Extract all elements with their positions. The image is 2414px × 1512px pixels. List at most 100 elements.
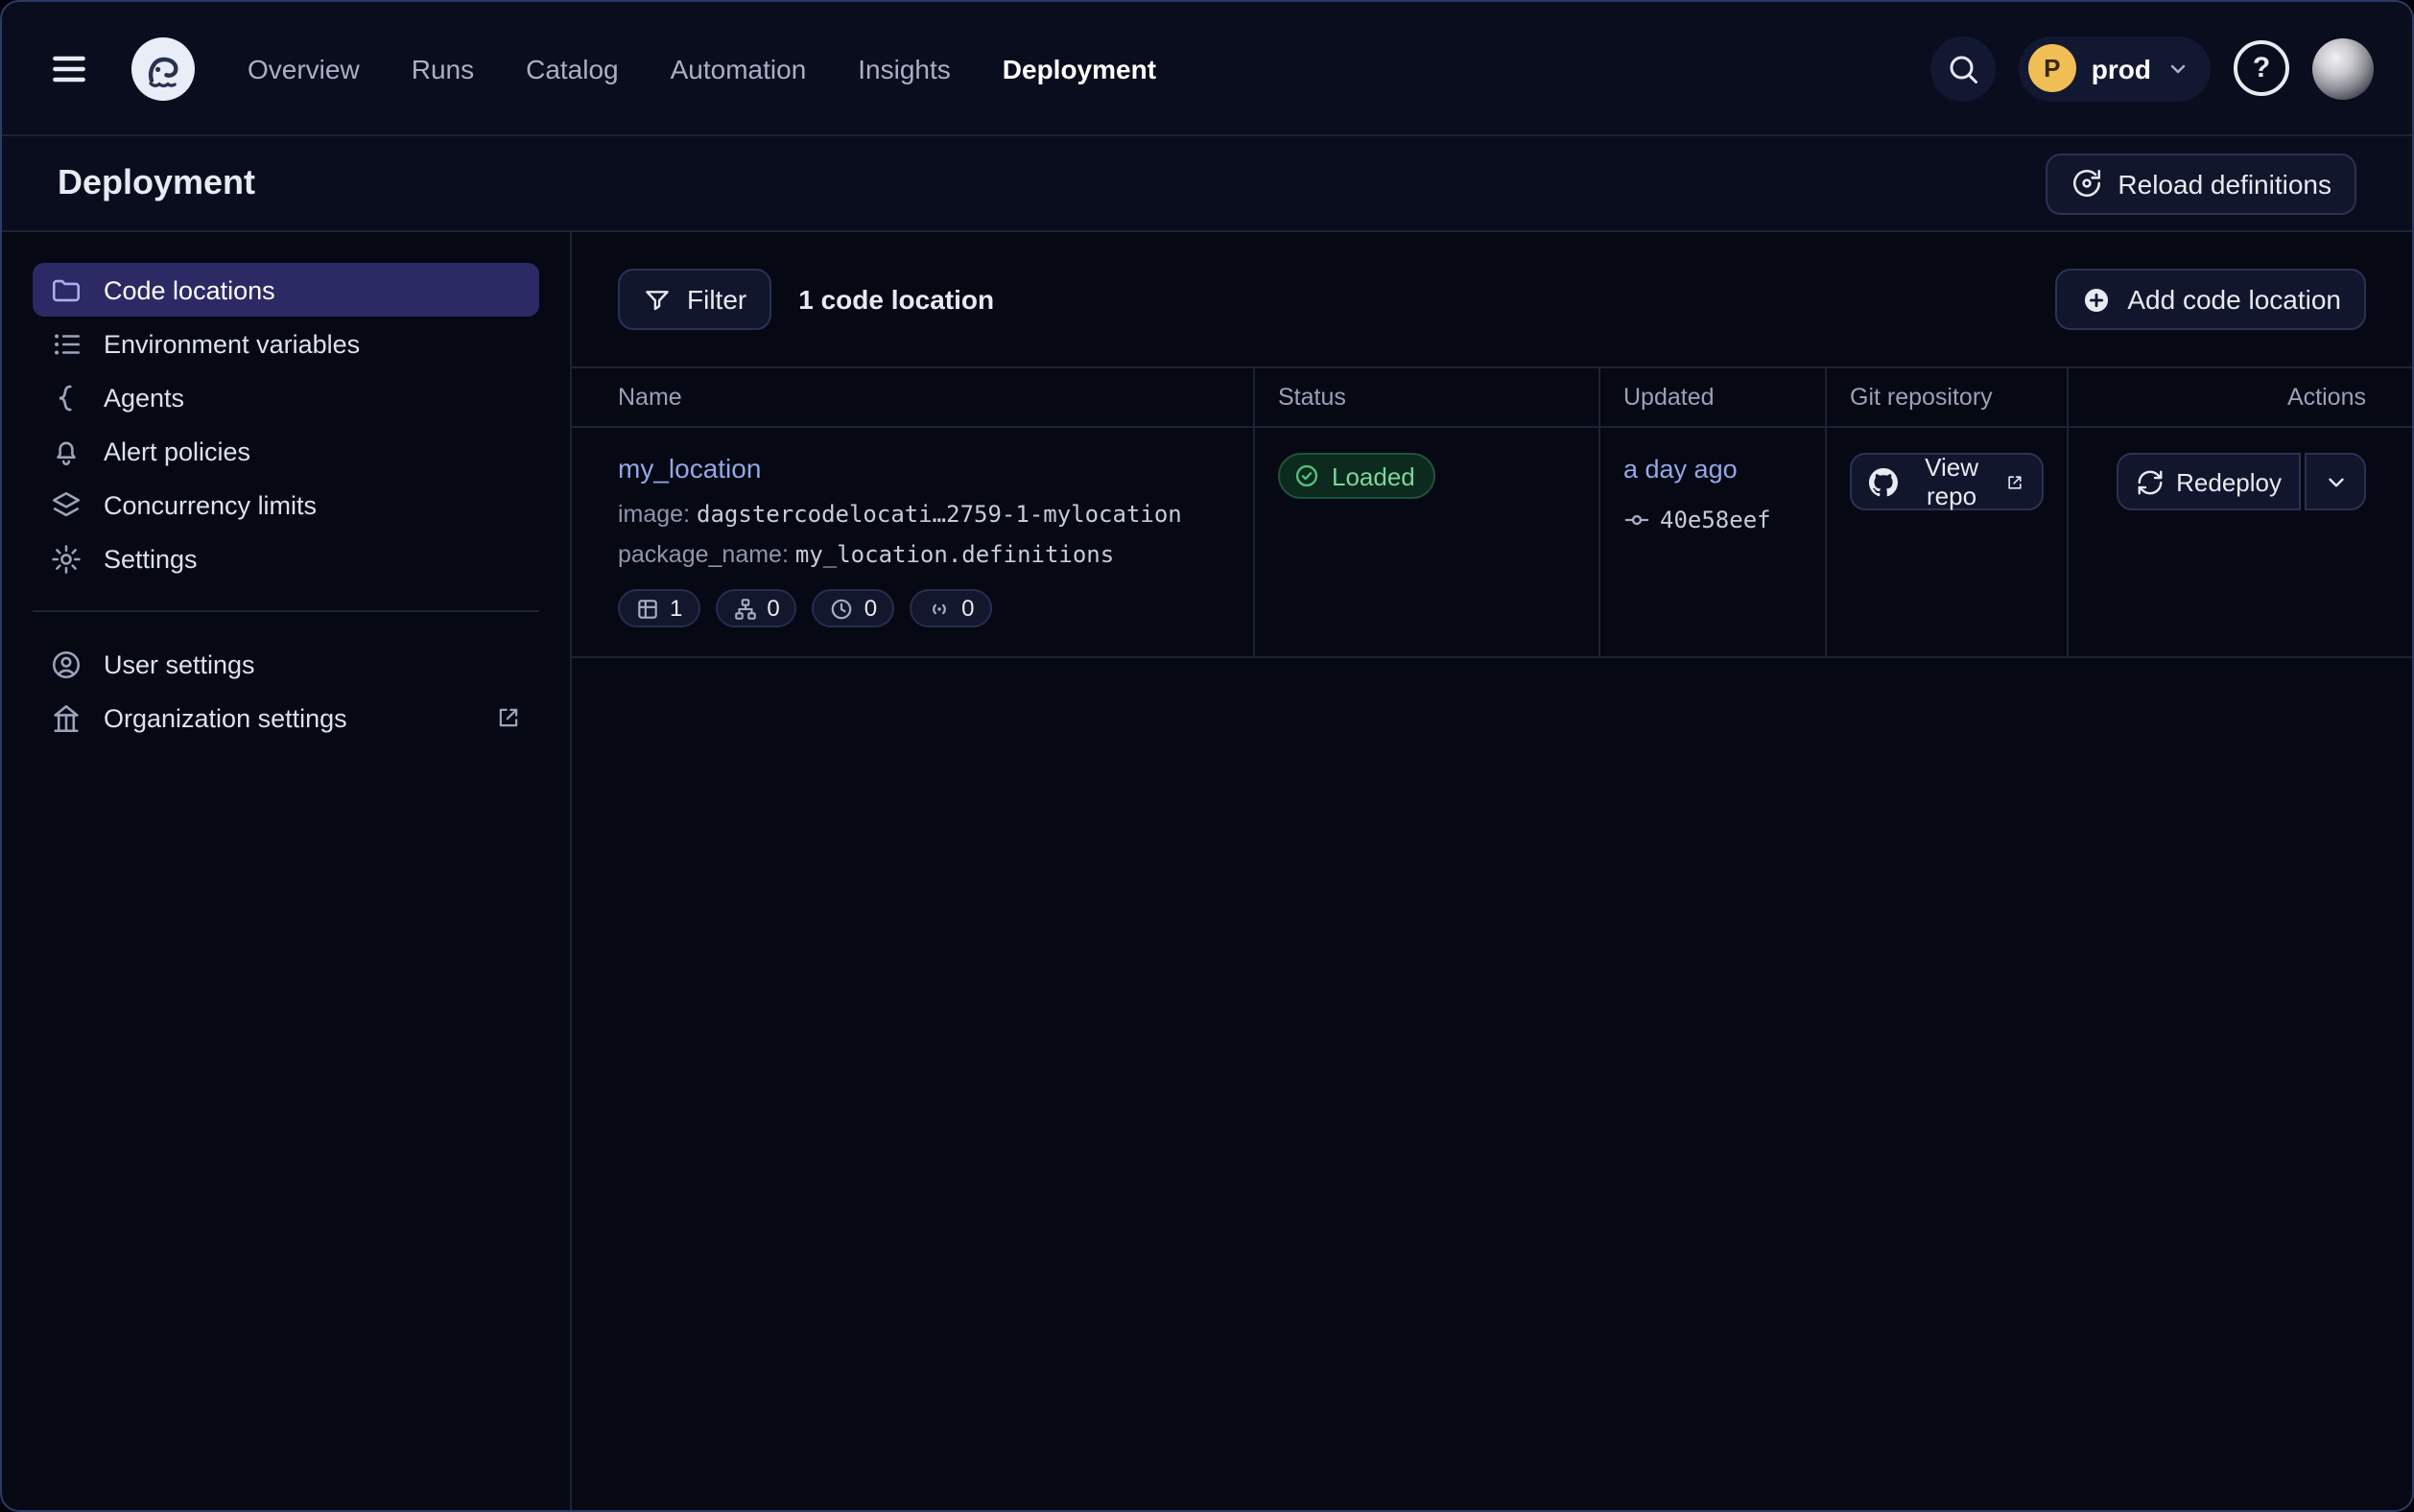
user-icon — [50, 648, 83, 680]
nav-item-insights[interactable]: Insights — [858, 53, 951, 83]
table-header-row: Name Status Updated Git repository Actio… — [572, 368, 2412, 428]
package-value: my_location.definitions — [795, 541, 1114, 568]
schedules-count-pill: 0 — [813, 589, 894, 627]
layers-icon — [50, 488, 83, 521]
dagster-logo[interactable] — [129, 34, 198, 103]
package-line: package_name: my_location.definitions — [618, 541, 1230, 568]
nav-item-deployment[interactable]: Deployment — [1003, 53, 1156, 83]
package-label: package_name: — [618, 541, 789, 568]
sensor-icon — [927, 596, 952, 621]
redeploy-menu-button[interactable] — [2305, 453, 2366, 510]
updated-time-link[interactable]: a day ago — [1623, 455, 1738, 484]
jobs-icon — [732, 596, 757, 621]
sidebar-item-label: Settings — [104, 544, 198, 573]
filter-label: Filter — [687, 284, 746, 315]
filter-button[interactable]: Filter — [618, 269, 771, 330]
sidebar-item-label: User settings — [104, 650, 255, 678]
primary-nav: Overview Runs Catalog Automation Insight… — [248, 53, 1156, 83]
status-badge: Loaded — [1278, 453, 1436, 499]
redeploy-label: Redeploy — [2176, 467, 2282, 496]
main-panel: Filter 1 code location Add code location… — [572, 232, 2412, 1510]
code-location-count: 1 code location — [798, 284, 994, 315]
deployment-sidebar: Code locations Environment variables Age… — [2, 232, 572, 1510]
clock-icon — [830, 596, 855, 621]
sidebar-item-label: Environment variables — [104, 329, 360, 358]
building-icon — [50, 701, 83, 734]
commit-line: 40e58eef — [1623, 507, 1802, 533]
sidebar-item-code-locations[interactable]: Code locations — [33, 263, 539, 317]
sidebar-item-label: Organization settings — [104, 703, 347, 732]
top-nav-right: P prod — [1930, 35, 2374, 101]
add-code-location-label: Add code location — [2127, 284, 2341, 315]
reload-icon — [2070, 167, 2102, 200]
deployment-avatar: P — [2028, 44, 2076, 92]
sidebar-item-label: Concurrency limits — [104, 490, 317, 519]
view-repo-button[interactable]: View repo — [1850, 453, 2044, 510]
user-avatar[interactable] — [2312, 37, 2374, 99]
content-area: Code locations Environment variables Age… — [2, 232, 2412, 1510]
page-header: Deployment Reload definitions — [2, 136, 2412, 232]
sidebar-item-label: Code locations — [104, 275, 275, 304]
help-button[interactable] — [2234, 40, 2289, 96]
code-locations-toolbar: Filter 1 code location Add code location — [572, 232, 2412, 366]
top-nav: Overview Runs Catalog Automation Insight… — [2, 2, 2412, 136]
chevron-down-icon — [2166, 57, 2189, 80]
redeploy-button[interactable]: Redeploy — [2117, 453, 2301, 510]
folder-icon — [50, 273, 83, 306]
code-locations-table: Name Status Updated Git repository Actio… — [572, 366, 2412, 658]
sidebar-item-organization-settings[interactable]: Organization settings — [33, 691, 539, 744]
sidebar-divider — [33, 610, 539, 612]
deployment-switcher[interactable]: P prod — [2019, 35, 2211, 101]
plus-circle-icon — [2079, 283, 2112, 316]
reload-definitions-button[interactable]: Reload definitions — [2045, 153, 2356, 214]
column-header-name: Name — [572, 368, 1255, 426]
nav-item-automation[interactable]: Automation — [671, 53, 807, 83]
search-icon — [1946, 51, 1980, 85]
commit-hash: 40e58eef — [1660, 507, 1771, 533]
table-row: my_location image: dagstercodelocati…275… — [572, 428, 2412, 658]
name-cell: my_location image: dagstercodelocati…275… — [572, 428, 1255, 656]
jobs-count-pill: 0 — [715, 589, 796, 627]
assets-icon — [635, 596, 660, 621]
add-code-location-button[interactable]: Add code location — [2054, 269, 2366, 330]
sidebar-item-label: Agents — [104, 383, 184, 412]
github-icon — [1869, 467, 1898, 496]
image-line: image: dagstercodelocati…2759-1-mylocati… — [618, 501, 1230, 528]
assets-count-pill: 1 — [618, 589, 699, 627]
reload-definitions-label: Reload definitions — [2118, 168, 2331, 199]
menu-icon — [48, 47, 90, 89]
updated-cell: a day ago 40e58eef — [1600, 428, 1827, 656]
code-location-name-link[interactable]: my_location — [618, 453, 761, 484]
column-header-updated: Updated — [1600, 368, 1827, 426]
filter-icon — [643, 285, 672, 314]
screen: Overview Runs Catalog Automation Insight… — [0, 0, 2414, 1512]
sidebar-item-agents[interactable]: Agents — [33, 370, 539, 424]
sidebar-item-environment-variables[interactable]: Environment variables — [33, 317, 539, 370]
sidebar-item-concurrency-limits[interactable]: Concurrency limits — [33, 478, 539, 532]
gear-icon — [50, 542, 83, 575]
menu-button[interactable] — [40, 39, 98, 97]
image-label: image: — [618, 501, 690, 528]
external-link-icon — [495, 704, 522, 731]
sidebar-item-alert-policies[interactable]: Alert policies — [33, 424, 539, 478]
nav-item-overview[interactable]: Overview — [248, 53, 360, 83]
sidebar-item-label: Alert policies — [104, 437, 250, 465]
env-vars-icon — [50, 327, 83, 360]
sensors-count-pill: 0 — [910, 589, 991, 627]
check-circle-icon — [1293, 462, 1320, 489]
commit-icon — [1623, 507, 1650, 533]
nav-item-catalog[interactable]: Catalog — [526, 53, 619, 83]
image-value: dagstercodelocati…2759-1-mylocation — [697, 501, 1182, 528]
app-window: Overview Runs Catalog Automation Insight… — [0, 0, 2414, 1512]
deployment-name: prod — [2092, 53, 2151, 83]
sidebar-item-settings[interactable]: Settings — [33, 532, 539, 585]
search-button[interactable] — [1930, 35, 1996, 101]
column-header-git-repository: Git repository — [1827, 368, 2069, 426]
actions-cell: Redeploy — [2069, 428, 2412, 656]
git-repository-cell: View repo — [1827, 428, 2069, 656]
refresh-icon — [2136, 467, 2165, 496]
column-header-actions: Actions — [2069, 368, 2412, 426]
nav-item-runs[interactable]: Runs — [412, 53, 474, 83]
sidebar-item-user-settings[interactable]: User settings — [33, 637, 539, 691]
agents-icon — [50, 381, 83, 413]
